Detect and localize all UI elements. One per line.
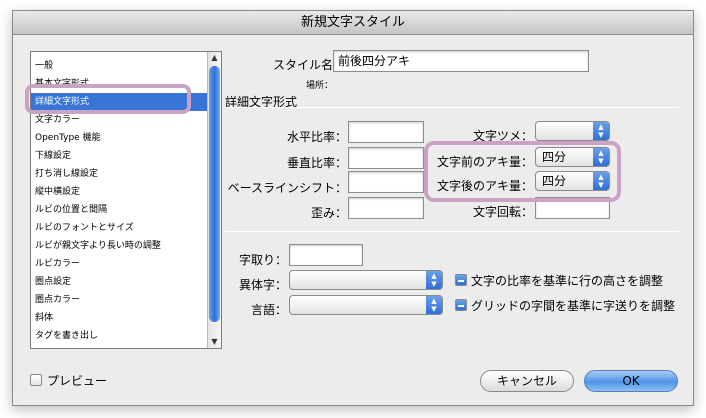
ok-button[interactable]: OK [584,370,678,392]
preview-checkbox[interactable] [30,374,42,386]
list-item[interactable]: 割注設定 [31,345,209,348]
scroll-up-icon[interactable]: ▲ [208,52,221,64]
list-item[interactable]: 斜体 [31,309,209,327]
variant-stepper-icon[interactable]: ▲ ▼ [426,271,442,289]
line-height-checkbox[interactable] [455,274,467,286]
section2-divider [225,231,679,232]
language-label: 言語： [250,303,287,317]
aki-before-value: 四分 [542,150,567,164]
vertical-scale-input[interactable] [348,147,424,169]
variant-select[interactable]: ▲ ▼ [289,270,443,290]
cancel-button[interactable]: キャンセル [480,370,574,392]
style-name-input[interactable]: 前後四分アキ [333,50,589,72]
language-select[interactable]: ▲ ▼ [289,295,443,315]
preview-label: プレビュー [47,374,108,388]
line-height-label: 文字の比率を基準に行の高さを調整 [471,274,664,288]
category-list[interactable]: 一般 基本文字形式 詳細文字形式 文字カラー OpenType 機能 下線設定 打ち消し線設… [30,51,222,349]
skew-label: 歪み： [310,206,347,220]
skew-input[interactable] [348,197,424,219]
baseline-shift-label: ベースラインシフト： [227,181,347,195]
category-list-items: 一般 基本文字形式 詳細文字形式 文字カラー OpenType 機能 下線設定 打ち消し線設… [31,57,209,348]
list-item[interactable]: 詳細文字形式 [31,93,209,111]
rotation-label: 文字回転： [472,205,533,219]
aki-before-label: 文字前のアキ量： [436,155,533,169]
list-item[interactable]: タグを書き出し [31,327,209,345]
style-name-label: スタイル名： [272,58,345,72]
location-label: 場所： [305,81,333,91]
aki-after-label: 文字後のアキ量： [436,179,533,193]
variant-label: 異体字： [238,278,287,292]
grid-spacing-label: グリッドの字間を基準に字送りを調整 [471,299,676,313]
tsume-label: 文字ツメ： [472,129,533,143]
list-item[interactable]: OpenType 機能 [31,129,209,147]
aki-after-select[interactable]: 四分 ▲ ▼ [535,171,610,191]
list-item[interactable]: ルビのフォントとサイズ [31,219,209,237]
list-item[interactable]: 縦中横設定 [31,183,209,201]
tsume-stepper-icon[interactable]: ▲ ▼ [593,122,609,140]
list-item[interactable]: 下線設定 [31,147,209,165]
rotation-input[interactable] [535,197,610,219]
language-stepper-icon[interactable]: ▲ ▼ [426,296,442,314]
tsume-select[interactable]: ▲ ▼ [535,121,610,141]
tracking-label: 字取り： [238,253,287,267]
list-item[interactable]: 圏点設定 [31,273,209,291]
section-divider [225,107,679,108]
scroll-down-icon[interactable]: ▼ [208,336,221,348]
horizontal-scale-label: 水平比率： [286,130,347,144]
list-item[interactable]: ルビが親文字より長い時の調整 [31,237,209,255]
aki-before-stepper-icon[interactable]: ▲ ▼ [593,148,609,166]
dialog-window: 新規文字スタイル 一般 基本文字形式 詳細文字形式 文字カラー OpenType 機能下… [12,10,694,406]
list-item[interactable]: ルビカラー [31,255,209,273]
aki-after-stepper-icon[interactable]: ▲ ▼ [593,172,609,190]
baseline-shift-input[interactable] [348,171,424,193]
aki-before-select[interactable]: 四分 ▲ ▼ [535,147,610,167]
grid-spacing-checkbox[interactable] [455,299,467,311]
list-item[interactable]: 圏点カラー [31,291,209,309]
horizontal-scale-input[interactable] [348,121,424,143]
vertical-scale-label: 垂直比率： [286,156,347,170]
list-item[interactable]: 基本文字形式 [31,75,209,93]
tracking-input[interactable] [289,244,363,266]
aki-after-value: 四分 [542,174,567,188]
window-title: 新規文字スタイル [13,11,693,35]
list-item[interactable]: 文字カラー [31,111,209,129]
list-scrollbar[interactable]: ▲ ▼ [207,52,221,348]
list-item[interactable]: ルビの位置と間隔 [31,201,209,219]
list-item[interactable]: 一般 [31,57,209,75]
list-item[interactable]: 打ち消し線設定 [31,165,209,183]
